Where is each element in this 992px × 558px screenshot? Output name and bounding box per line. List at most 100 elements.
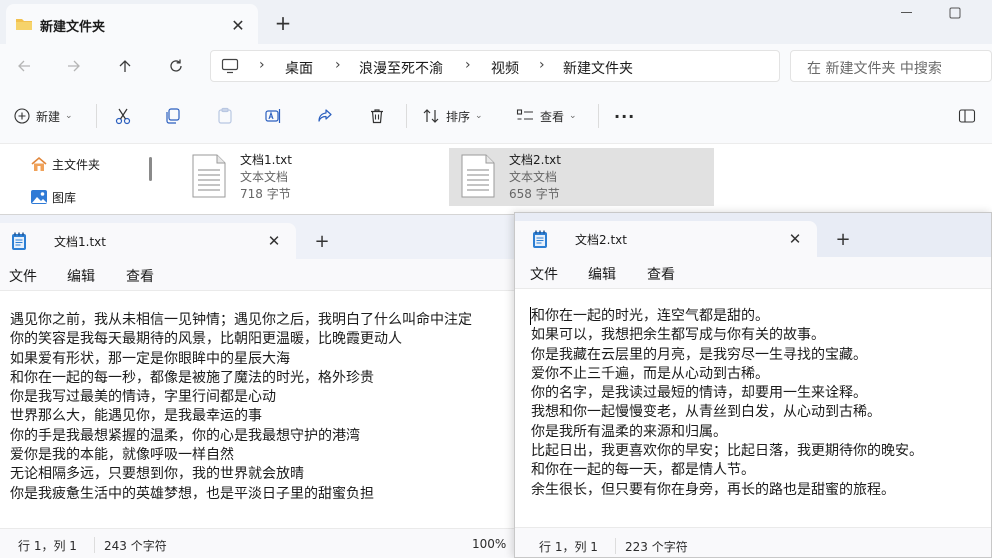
navigation-bar: › 桌面 › 浪漫至死不渝 › 视频 › 新建文件夹 在 新建文件夹 中搜索	[0, 44, 992, 88]
forward-icon[interactable]	[60, 53, 88, 79]
cut-button[interactable]	[114, 104, 132, 128]
address-bar[interactable]: › 桌面 › 浪漫至死不渝 › 视频 › 新建文件夹	[210, 50, 780, 82]
close-tab-icon[interactable]: ✕	[226, 13, 250, 37]
status-divider	[94, 537, 95, 553]
status-divider	[615, 538, 616, 554]
sidebar-item-gallery[interactable]: 图库	[30, 186, 76, 208]
close-tab-icon[interactable]: ✕	[783, 227, 807, 251]
breadcrumb-folder[interactable]: 浪漫至死不渝	[359, 58, 443, 78]
up-icon[interactable]	[111, 53, 139, 79]
search-input[interactable]: 在 新建文件夹 中搜索	[807, 58, 942, 78]
scissors-icon	[114, 107, 132, 125]
share-icon	[316, 107, 334, 125]
text-line: 你的手是我最想紧握的温柔，你的心是我最想守护的港湾	[10, 427, 360, 444]
minimize-icon[interactable]	[890, 2, 924, 24]
maximize-icon[interactable]	[938, 2, 972, 24]
rename-button[interactable]	[264, 104, 282, 128]
text-line: 你是我所有温柔的来源和归属。	[531, 423, 727, 440]
text-line: 你的笑容是我每天最期待的风景，比朝阳更温暖，比晚霞更动人	[10, 331, 402, 348]
menu-edit[interactable]: 编辑	[67, 266, 95, 286]
notepad-window-doc1: 文档1.txt ✕ + 文件 编辑 查看 遇见你之前，我从未相信一见钟情；遇见你…	[0, 214, 514, 558]
toolbar-divider	[406, 104, 407, 128]
notepad-text-area[interactable]: 和你在一起的时光，连空气都是甜的。 如果可以，我想把余生都写成与你有关的故事。 …	[515, 290, 991, 526]
more-options-icon[interactable]: ···	[614, 104, 635, 128]
chevron-down-icon: ⌄	[569, 111, 577, 121]
toolbar-divider	[598, 104, 599, 128]
text-line: 如果可以，我想把余生都写成与你有关的故事。	[531, 327, 825, 344]
new-button[interactable]: 新建 ⌄	[14, 104, 73, 128]
details-pane-button[interactable]	[958, 104, 976, 128]
file-name: 文档2.txt	[509, 153, 561, 167]
rename-icon	[264, 107, 282, 125]
view-button-label: 查看	[540, 109, 565, 124]
menu-file[interactable]: 文件	[530, 264, 558, 284]
chevron-right-icon: ›	[465, 57, 471, 73]
text-content: 和你在一起的时光，连空气都是甜的。 如果可以，我想把余生都写成与你有关的故事。 …	[531, 307, 923, 500]
text-file-icon	[461, 154, 495, 198]
file-item-doc1[interactable]: 文档1.txt 文本文档 718 字节	[180, 148, 340, 206]
sort-icon	[422, 108, 440, 124]
chevron-right-icon: ›	[539, 57, 545, 73]
back-icon[interactable]	[10, 53, 38, 79]
text-line: 爱你不止三千遍，而是从心动到古稀。	[531, 365, 769, 382]
menu-edit[interactable]: 编辑	[588, 264, 616, 284]
search-box[interactable]: 在 新建文件夹 中搜索	[790, 50, 992, 82]
explorer-tab-title: 新建文件夹	[40, 20, 106, 35]
trash-icon	[368, 107, 386, 125]
new-tab-icon[interactable]: +	[831, 227, 855, 251]
chevron-right-icon: ›	[335, 57, 341, 73]
menu-view[interactable]: 查看	[647, 264, 675, 284]
breadcrumb-videos[interactable]: 视频	[491, 58, 519, 78]
text-line: 你是我疲惫生活中的英雄梦想，也是平淡日子里的甜蜜负担	[10, 485, 374, 502]
file-type: 文本文档	[240, 170, 289, 184]
computer-icon	[221, 58, 239, 74]
text-line: 和你在一起的每一天，都是情人节。	[531, 462, 755, 479]
paste-button[interactable]	[216, 104, 234, 128]
notepad-window-doc2: 文档2.txt ✕ + 文件 编辑 查看 和你在一起的时光，连空气都是甜的。 如…	[514, 212, 992, 558]
refresh-icon[interactable]	[162, 53, 190, 79]
new-tab-icon[interactable]: +	[270, 10, 296, 36]
notepad-text-area[interactable]: 遇见你之前，我从未相信一见钟情；遇见你之后，我明白了什么叫命中注定 你的笑容是我…	[0, 292, 514, 528]
file-item-doc2[interactable]: 文档2.txt 文本文档 658 字节	[449, 148, 714, 206]
notepad-icon	[531, 229, 549, 249]
text-line: 和你在一起的每一秒，都像是被施了魔法的时光，格外珍贵	[10, 369, 374, 386]
text-line: 我想和你一起慢慢变老，从青丝到白发，从心动到古稀。	[531, 404, 881, 421]
cursor-position: 行 1，列 1	[539, 540, 598, 554]
new-tab-icon[interactable]: +	[310, 229, 334, 253]
text-line: 如果爱有形状，那一定是你眼眸中的星辰大海	[10, 350, 290, 367]
view-button[interactable]: 查看 ⌄	[516, 104, 577, 128]
toolbar-divider	[96, 104, 97, 128]
view-list-icon	[516, 108, 534, 124]
text-line: 和你在一起的时光，连空气都是甜的。	[531, 308, 769, 324]
text-line: 你是我写过最美的情诗，字里行间都是心动	[10, 389, 276, 406]
character-count: 243 个字符	[104, 539, 167, 553]
sort-button-label: 排序	[446, 109, 471, 124]
navigation-pane: 主文件夹 图库	[0, 145, 160, 215]
chevron-down-icon: ⌄	[65, 111, 73, 121]
clipboard-icon	[216, 107, 234, 125]
text-line: 无论相隔多远，只要想到你，我的世界就会放晴	[10, 466, 304, 483]
copy-button[interactable]	[164, 104, 182, 128]
sidebar-scrollbar[interactable]	[149, 157, 152, 181]
close-tab-icon[interactable]: ✕	[262, 229, 286, 253]
sidebar-item-home[interactable]: 主文件夹	[30, 153, 100, 175]
text-line: 比起日出，我更喜欢你的早安；比起日落，我更期待你的晚安。	[531, 443, 923, 460]
text-content: 遇见你之前，我从未相信一见钟情；遇见你之后，我明白了什么叫命中注定 你的笑容是我…	[10, 311, 472, 504]
text-file-icon	[192, 154, 226, 198]
details-pane-icon	[958, 108, 976, 124]
explorer-tab[interactable]: 新建文件夹 ✕	[6, 4, 258, 44]
breadcrumb-desktop[interactable]: 桌面	[285, 58, 313, 78]
sort-button[interactable]: 排序 ⌄	[422, 104, 483, 128]
zoom-level[interactable]: 100%	[472, 537, 506, 551]
file-size: 658 字节	[509, 187, 560, 201]
notepad-tab-bar: 文档1.txt ✕ +	[0, 215, 514, 259]
text-line: 遇见你之前，我从未相信一见钟情；遇见你之后，我明白了什么叫命中注定	[10, 312, 472, 328]
delete-button[interactable]	[368, 104, 386, 128]
notepad-tab[interactable]: 文档1.txt ✕	[0, 223, 296, 259]
text-line: 你是我藏在云层里的月亮，是我穷尽一生寻找的宝藏。	[531, 346, 867, 363]
share-button[interactable]	[316, 104, 334, 128]
notepad-tab[interactable]: 文档2.txt ✕	[515, 221, 817, 257]
breadcrumb-new-folder[interactable]: 新建文件夹	[563, 58, 633, 78]
menu-file[interactable]: 文件	[9, 266, 37, 286]
menu-view[interactable]: 查看	[126, 266, 154, 286]
